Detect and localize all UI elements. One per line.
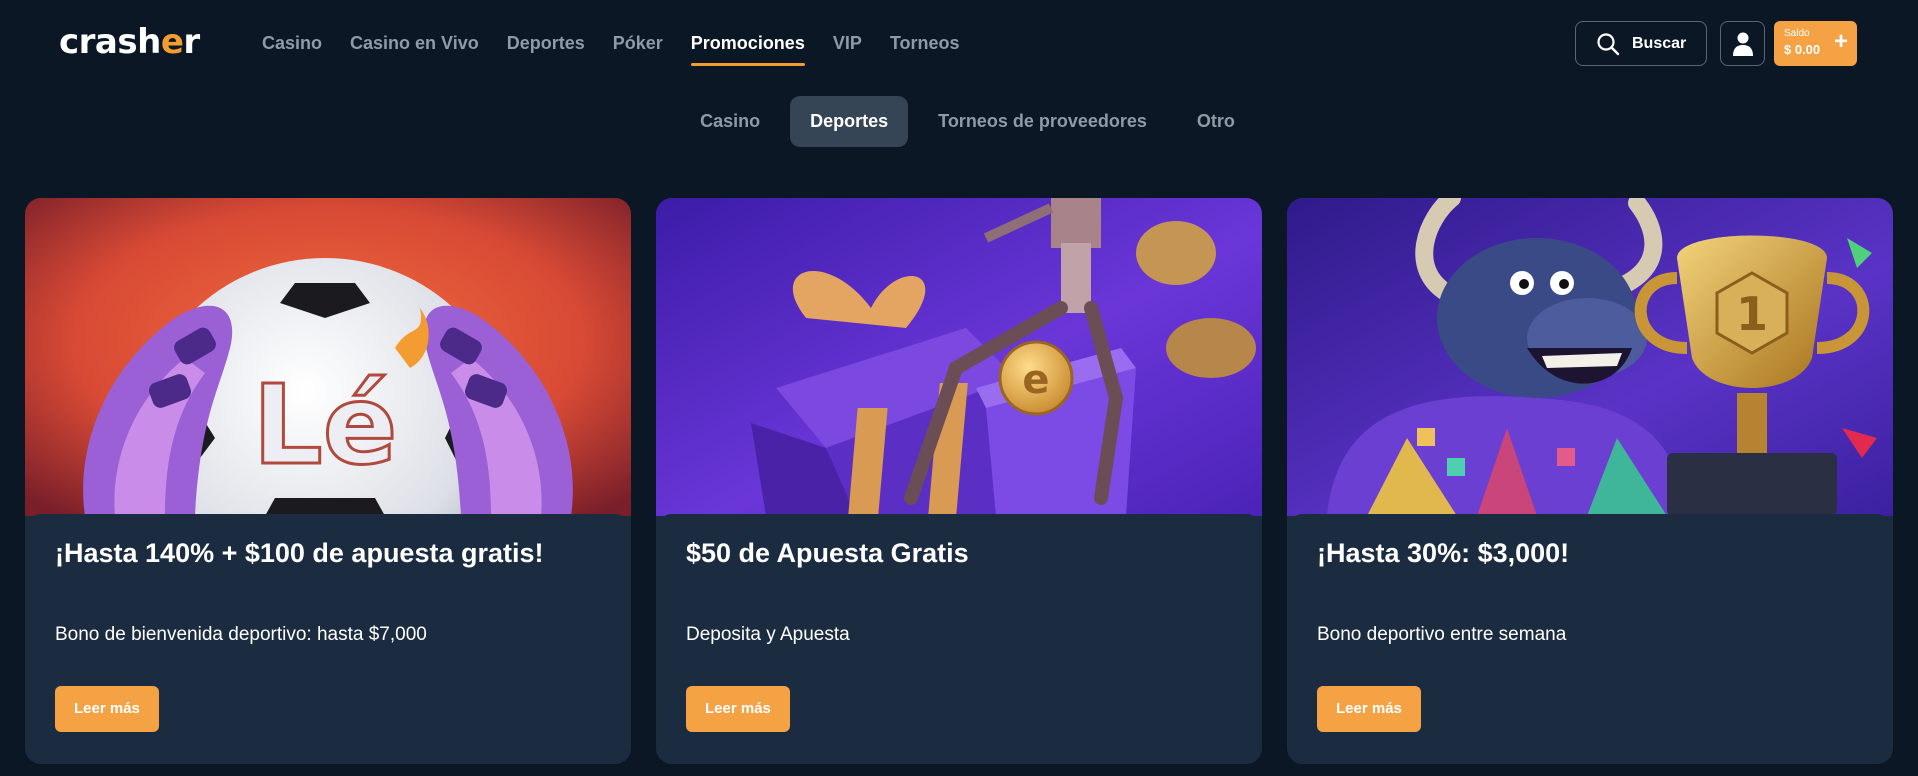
read-more-button[interactable]: Leer más (686, 686, 790, 732)
soccer-ball-gloves-image: Lé (25, 198, 631, 516)
search-button-label: Buscar (1632, 34, 1687, 52)
promo-card[interactable]: e $50 de Apuesta Gratis Deposita y Apues… (656, 198, 1262, 764)
nav-item-vip[interactable]: VIP (833, 30, 862, 68)
balance-value: $ 0.00 (1784, 42, 1821, 57)
search-icon (1597, 32, 1620, 55)
nav-item-casino[interactable]: Casino (262, 30, 322, 68)
balance-label: Saldo (1784, 28, 1810, 39)
promo-description: Bono deportivo entre semana (1317, 624, 1567, 645)
main-nav: Casino Casino en Vivo Deportes Póker Pro… (262, 30, 988, 68)
promo-description: Deposita y Apuesta (686, 624, 850, 645)
nav-item-deportes[interactable]: Deportes (507, 30, 585, 68)
promo-card-body: $50 de Apuesta Gratis Deposita y Apuesta… (656, 514, 1262, 764)
nav-item-torneos[interactable]: Torneos (890, 30, 960, 68)
bull-trophy-image: 1 (1287, 198, 1893, 516)
read-more-button[interactable]: Leer más (55, 686, 159, 732)
plus-icon: + (1833, 28, 1848, 55)
promo-description: Bono de bienvenida deportivo: hasta $7,0… (55, 624, 427, 645)
promo-card-body: ¡Hasta 30%: $3,000! Bono deportivo entre… (1287, 514, 1893, 764)
tab-otro[interactable]: Otro (1177, 96, 1255, 147)
svg-text:e: e (1022, 357, 1049, 403)
user-icon (1732, 32, 1753, 56)
promo-title: ¡Hasta 30%: $3,000! (1317, 538, 1570, 568)
promo-title: ¡Hasta 140% + $100 de apuesta gratis! (55, 538, 544, 568)
nav-item-casino-en-vivo[interactable]: Casino en Vivo (350, 30, 479, 68)
top-header: crasher Casino Casino en Vivo Deportes P… (0, 0, 1918, 88)
le-emblem: Lé (253, 361, 398, 489)
trophy-number: 1 (1736, 287, 1768, 341)
account-button[interactable] (1720, 21, 1765, 66)
promo-category-tabs: Casino Deportes Torneos de proveedores O… (0, 96, 1918, 147)
read-more-button[interactable]: Leer más (1317, 686, 1421, 732)
nav-item-promociones[interactable]: Promociones (690, 30, 805, 68)
promo-card-body: ¡Hasta 140% + $100 de apuesta gratis! Bo… (25, 514, 631, 764)
balance-deposit-button[interactable]: Saldo $ 0.00 + (1774, 21, 1857, 66)
promo-card[interactable]: 1 ¡Hasta 30%: $3,000! Bono deportivo ent… (1287, 198, 1893, 764)
claw-gift-coins-image: e (656, 198, 1262, 516)
search-button[interactable]: Buscar (1575, 21, 1707, 66)
nav-item-poker[interactable]: Póker (613, 30, 663, 68)
crasher-logo[interactable]: crasher (59, 22, 200, 62)
tab-deportes[interactable]: Deportes (790, 96, 909, 147)
promo-card[interactable]: Lé ¡Hasta 140% + $100 de apuesta gratis!… (25, 198, 631, 764)
tab-torneos-de-proveedores[interactable]: Torneos de proveedores (918, 96, 1167, 147)
promo-title: $50 de Apuesta Gratis (686, 538, 969, 568)
tab-casino[interactable]: Casino (680, 96, 780, 147)
